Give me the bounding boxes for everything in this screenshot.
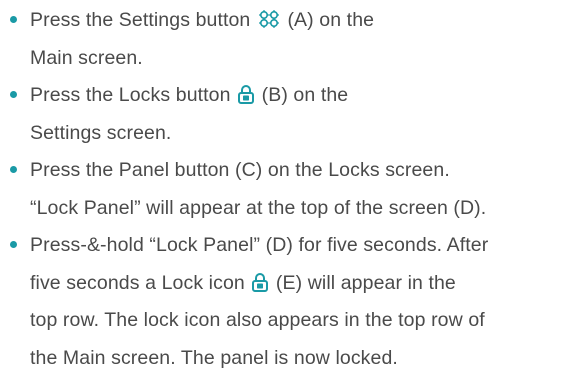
bullet-icon (10, 166, 17, 173)
text-line: five seconds a Lock icon (E) will appear… (30, 265, 558, 303)
list-item-step-3: Press the Panel button (C) on the Locks … (8, 152, 558, 227)
settings-gear-icon (258, 9, 280, 29)
text-line: “Lock Panel” will appear at the top of t… (30, 190, 558, 228)
step-text: Press-&-hold “Lock Panel” (D) for five s… (30, 234, 489, 256)
bullet-icon (10, 16, 17, 23)
list-item-step-4: Press-&-hold “Lock Panel” (D) for five s… (8, 227, 558, 377)
text-line: the Main screen. The panel is now locked… (30, 340, 558, 378)
step-text: Main screen. (30, 46, 143, 69)
step-text: (B) on the (261, 84, 349, 106)
text-line: Press the Locks button (B) on the (30, 77, 558, 115)
text-line: Press the Panel button (C) on the Locks … (30, 152, 558, 190)
bullet-icon (10, 91, 17, 98)
text-line: top row. The lock icon also appears in t… (30, 302, 558, 340)
text-line: Press the Settings button (A) on the (30, 2, 558, 40)
text-line: Main screen. (30, 40, 558, 78)
step-text: Press the Locks button (30, 84, 231, 106)
step-text: five seconds a Lock icon (30, 271, 245, 294)
step-text: “Lock Panel” will appear at the top of t… (30, 196, 487, 219)
step-text: Settings screen. (30, 121, 172, 144)
step-text: top row. The lock icon also appears in t… (30, 309, 485, 331)
step-text: the Main screen. The panel is now locked… (30, 346, 398, 369)
step-text: (A) on the (287, 9, 375, 31)
text-line: Settings screen. (30, 115, 558, 153)
step-text: Press the Panel button (C) on the Locks … (30, 159, 450, 181)
instruction-page: { "accent_color": "#1a9aa6", "text_color… (0, 0, 562, 381)
step-text: Press the Settings button (30, 9, 251, 31)
text-line: Press-&-hold “Lock Panel” (D) for five s… (30, 227, 558, 265)
list-item-step-1: Press the Settings button (A) on the Mai… (8, 2, 558, 77)
lock-icon (252, 272, 269, 292)
lock-icon (238, 84, 255, 104)
list-item-step-2: Press the Locks button (B) on the Settin… (8, 77, 558, 152)
bullet-icon (10, 241, 17, 248)
instruction-list: Press the Settings button (A) on the Mai… (8, 2, 558, 377)
step-text: (E) will appear in the (275, 271, 456, 294)
